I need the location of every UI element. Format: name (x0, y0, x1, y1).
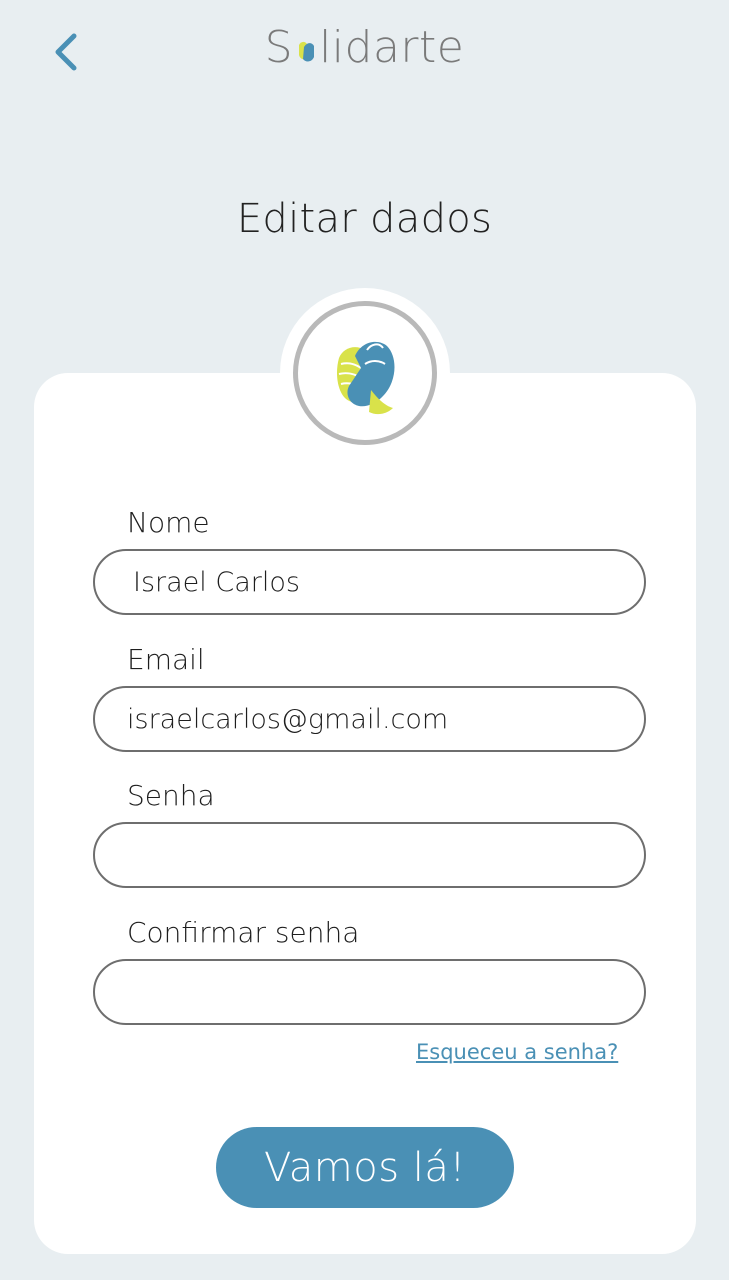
handshake-logo-icon (337, 341, 395, 415)
name-field[interactable]: Israel Carlos (93, 549, 646, 615)
email-field[interactable]: israelcarlos@gmail.com (93, 686, 646, 752)
app-header: S lidarte (0, 0, 729, 110)
password-label: Senha (127, 779, 215, 812)
email-label: Email (127, 643, 205, 676)
submit-button[interactable]: Vamos lá! (216, 1127, 514, 1208)
submit-button-label: Vamos lá! (264, 1144, 466, 1191)
brand-suffix: lidarte (319, 22, 465, 73)
name-label: Nome (127, 506, 210, 539)
avatar[interactable] (293, 301, 437, 445)
name-value: Israel Carlos (133, 566, 300, 598)
handshake-icon (299, 41, 315, 61)
brand-prefix: S (264, 22, 294, 73)
brand-logo: S lidarte (0, 22, 729, 73)
page-title: Editar dados (236, 196, 493, 242)
password-field[interactable] (93, 822, 646, 888)
avatar-container (280, 288, 450, 458)
confirm-password-field[interactable] (93, 959, 646, 1025)
forgot-password-link[interactable]: Esqueceu a senha? (416, 1040, 618, 1064)
email-value: israelcarlos@gmail.com (127, 703, 449, 735)
confirm-password-label: Confirmar senha (127, 916, 360, 949)
